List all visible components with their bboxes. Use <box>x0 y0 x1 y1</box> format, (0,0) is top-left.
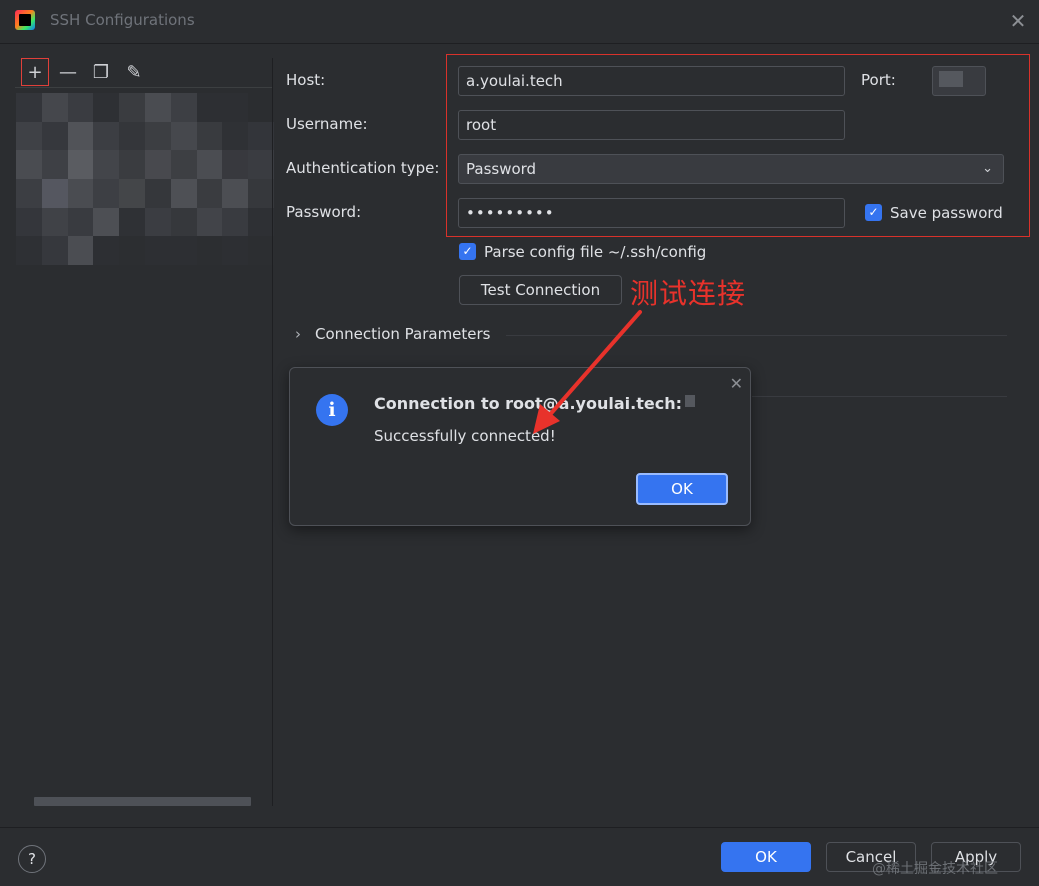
window-title: SSH Configurations <box>50 11 195 29</box>
chevron-down-icon: ⌄ <box>982 161 993 176</box>
test-connection-button[interactable]: Test Connection <box>459 275 622 305</box>
connection-parameters-section[interactable]: Connection Parameters <box>315 325 491 343</box>
toolbar-divider <box>15 87 272 88</box>
auth-type-label: Authentication type: <box>286 159 440 177</box>
annotation-text: 测试连接 <box>630 277 747 310</box>
list-horizontal-scrollbar[interactable] <box>34 797 251 806</box>
port-label: Port: <box>861 71 896 89</box>
title-bar: SSH Configurations ✕ <box>0 0 1039 44</box>
redacted-port <box>939 71 963 87</box>
host-label: Host: <box>286 71 326 89</box>
port-input[interactable] <box>932 66 986 96</box>
username-input[interactable]: root <box>458 110 845 140</box>
expand-chevron-icon[interactable]: › <box>295 325 301 343</box>
popup-title: Connection to root@a.youlai.tech: <box>374 394 682 413</box>
panel-divider <box>272 58 273 806</box>
add-config-button[interactable]: + <box>21 58 49 86</box>
remove-config-button[interactable]: — <box>54 58 82 86</box>
save-password-checkbox[interactable]: ✓ <box>865 204 882 221</box>
watermark: @稀土掘金技术社区 <box>872 861 998 877</box>
parse-config-label: Parse config file ~/.ssh/config <box>484 243 707 261</box>
section-divider-2 <box>752 396 1007 397</box>
help-icon[interactable]: ? <box>18 845 46 873</box>
ok-button[interactable]: OK <box>721 842 811 872</box>
section-divider <box>506 335 1007 336</box>
edit-config-button[interactable]: ✎ <box>120 58 148 86</box>
blurred-config-list[interactable] <box>16 93 274 265</box>
info-icon: i <box>316 394 348 426</box>
password-input[interactable]: ••••••••• <box>458 198 845 228</box>
popup-ok-button[interactable]: OK <box>636 473 728 505</box>
popup-message: Successfully connected! <box>374 427 556 445</box>
connection-result-popup: i ✕ Connection to root@a.youlai.tech: Su… <box>289 367 751 526</box>
auth-type-value: Password <box>466 160 537 178</box>
host-input[interactable]: a.youlai.tech <box>458 66 845 96</box>
auth-type-dropdown[interactable]: Password ⌄ <box>458 154 1004 184</box>
app-logo-icon <box>15 10 35 30</box>
copy-config-button[interactable]: ❐ <box>87 58 115 86</box>
parse-config-checkbox[interactable]: ✓ <box>459 243 476 260</box>
save-password-label: Save password <box>890 204 1003 222</box>
username-label: Username: <box>286 115 368 133</box>
popup-close-icon[interactable]: ✕ <box>730 374 743 393</box>
password-label: Password: <box>286 203 362 221</box>
close-window-icon[interactable]: ✕ <box>1007 10 1029 32</box>
redacted-port-text <box>685 395 695 407</box>
